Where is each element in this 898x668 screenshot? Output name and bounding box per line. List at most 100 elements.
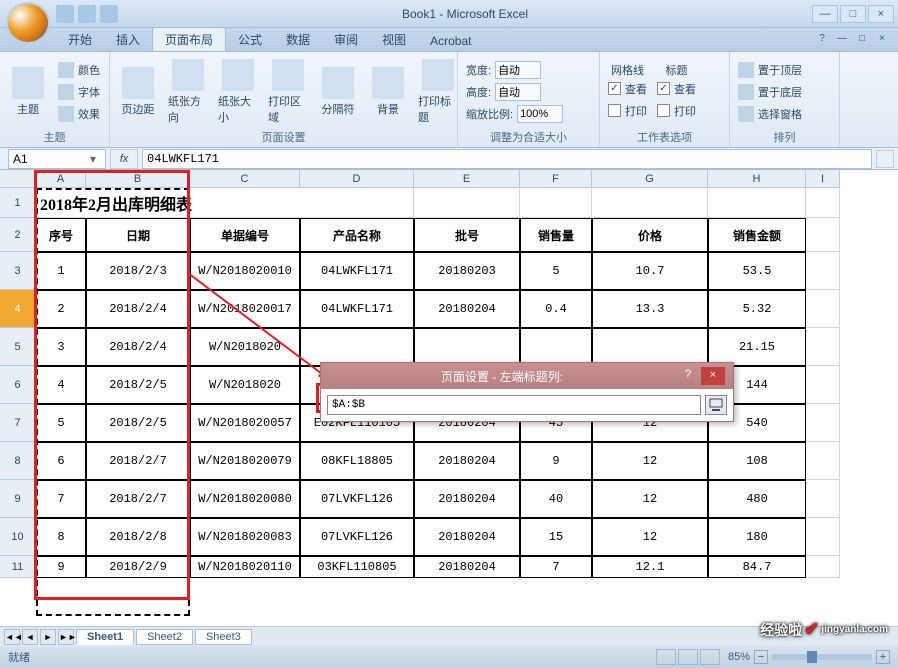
cell[interactable]: 2018/2/5 [86,404,190,442]
breaks-button[interactable]: 分隔符 [314,65,362,119]
maximize-button[interactable]: □ [840,5,866,23]
cell[interactable]: W/N2018020010 [190,252,300,290]
tab-formulas[interactable]: 公式 [226,28,274,51]
office-button[interactable] [6,2,50,44]
cell[interactable] [806,518,840,556]
cell[interactable] [806,404,840,442]
workbook-close[interactable]: × [874,33,890,49]
qat-undo[interactable] [78,5,96,23]
cell[interactable]: W/N2018020 [190,366,300,404]
cell[interactable] [592,188,708,218]
cell[interactable]: 10.7 [592,252,708,290]
cell[interactable] [806,328,840,366]
cell[interactable]: 1 [36,252,86,290]
cell[interactable]: 84.7 [708,556,806,578]
cell[interactable]: 53.5 [708,252,806,290]
col-header-A[interactable]: A [36,170,86,188]
cell[interactable]: 480 [708,480,806,518]
bring-front-button[interactable]: 置于顶层 [734,59,806,81]
headings-view[interactable]: ✓查看 [653,78,700,100]
workbook-minimize[interactable]: — [834,33,850,49]
cell[interactable]: 20180204 [414,556,520,578]
cell[interactable]: 180 [708,518,806,556]
cell[interactable]: 2018年2月出库明细表 [36,188,414,218]
cell[interactable]: 6 [36,442,86,480]
printtitles-button[interactable]: 打印标题 [414,57,462,127]
sheet-tab-3[interactable]: Sheet3 [195,629,252,645]
name-box[interactable]: A1 ▾ [8,149,106,169]
row-header-7[interactable]: 7 [0,404,36,442]
cell[interactable]: 2018/2/7 [86,480,190,518]
cell[interactable]: 20180204 [414,518,520,556]
cell[interactable]: 03KFL110805 [300,556,414,578]
cell[interactable]: 3 [36,328,86,366]
cell[interactable]: 108 [708,442,806,480]
col-header-G[interactable]: G [592,170,708,188]
col-header-F[interactable]: F [520,170,592,188]
col-header-D[interactable]: D [300,170,414,188]
orientation-button[interactable]: 纸张方向 [164,57,212,127]
dialog-help-button[interactable]: ? [679,367,697,385]
tab-acrobat[interactable]: Acrobat [418,31,483,51]
cell[interactable] [806,556,840,578]
scale-input[interactable] [517,105,563,123]
tab-nav-prev[interactable]: ◄ [22,629,38,645]
cell[interactable] [708,188,806,218]
zoom-in-button[interactable]: + [876,650,890,664]
cell[interactable]: 5.32 [708,290,806,328]
cell[interactable]: 8 [36,518,86,556]
cell[interactable]: 07LVKFL126 [300,518,414,556]
background-button[interactable]: 背景 [364,65,412,119]
cell[interactable]: 9 [36,556,86,578]
formula-input[interactable] [142,149,872,169]
cell[interactable] [414,328,520,366]
cell[interactable] [806,252,840,290]
cell[interactable]: 40 [520,480,592,518]
cell[interactable]: 15 [520,518,592,556]
col-header-C[interactable]: C [190,170,300,188]
size-button[interactable]: 纸张大小 [214,57,262,127]
cell[interactable]: 日期 [86,218,190,252]
help-button[interactable]: ? [814,33,830,49]
zoom-slider-thumb[interactable] [807,651,817,663]
cell[interactable]: 序号 [36,218,86,252]
cell[interactable] [806,290,840,328]
cell[interactable]: 7 [36,480,86,518]
width-input[interactable] [495,61,541,79]
cell[interactable]: 2018/2/9 [86,556,190,578]
cell[interactable]: 2 [36,290,86,328]
cell[interactable]: W/N2018020079 [190,442,300,480]
cell[interactable]: W/N2018020083 [190,518,300,556]
cell[interactable]: 20180204 [414,480,520,518]
dialog-range-input[interactable] [327,395,701,415]
cell[interactable]: 21.15 [708,328,806,366]
fonts-button[interactable]: 字体 [54,81,104,103]
select-all-corner[interactable] [0,170,36,188]
cell[interactable]: W/N2018020110 [190,556,300,578]
tab-pagelayout[interactable]: 页面布局 [152,27,226,51]
cell[interactable]: 7 [520,556,592,578]
tab-nav-last[interactable]: ►► [58,629,74,645]
cell[interactable]: 12 [592,442,708,480]
cell[interactable]: 单据编号 [190,218,300,252]
formula-expand-button[interactable] [876,150,894,168]
cell[interactable] [592,328,708,366]
cell[interactable]: 销售金额 [708,218,806,252]
cell[interactable]: 12 [592,518,708,556]
row-header-8[interactable]: 8 [0,442,36,480]
col-header-I[interactable]: I [806,170,840,188]
dialog-close-button[interactable]: × [701,367,725,385]
cell[interactable]: 4 [36,366,86,404]
sheet-tab-2[interactable]: Sheet2 [136,629,193,645]
row-header-4[interactable]: 4 [0,290,36,328]
cell[interactable]: W/N2018020080 [190,480,300,518]
cell[interactable]: 04LWKFL171 [300,290,414,328]
view-pagelayout[interactable] [678,649,698,665]
cell[interactable]: 产品名称 [300,218,414,252]
printarea-button[interactable]: 打印区域 [264,57,312,127]
cell[interactable]: W/N2018020017 [190,290,300,328]
headings-print[interactable]: 打印 [653,100,700,122]
row-header-6[interactable]: 6 [0,366,36,404]
row-header-5[interactable]: 5 [0,328,36,366]
cell[interactable]: 2018/2/7 [86,442,190,480]
